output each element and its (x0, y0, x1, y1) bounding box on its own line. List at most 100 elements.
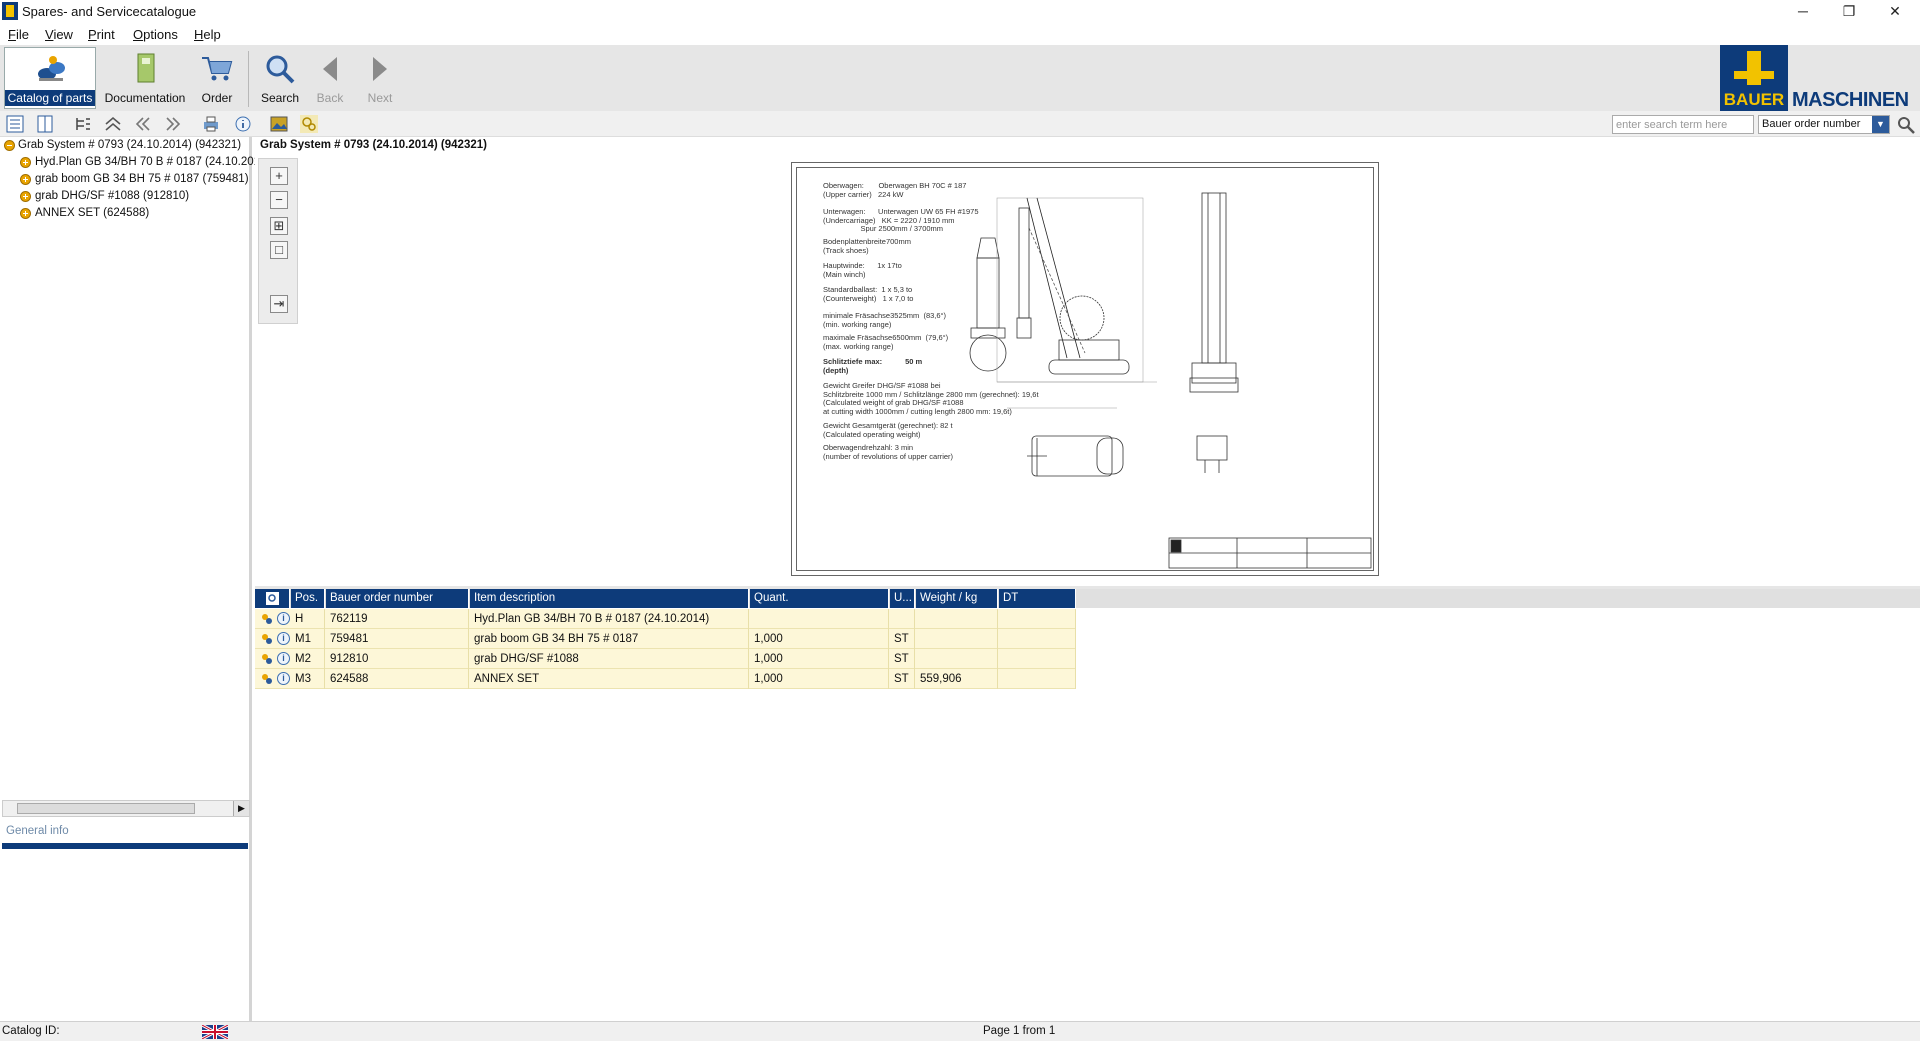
cell-unit: ST (890, 649, 915, 669)
cell-description: ANNEX SET (470, 669, 749, 689)
cell-unit (890, 609, 915, 629)
cell-order-number: 624588 (326, 669, 469, 689)
cell-pos: M1 (291, 629, 325, 649)
order-label: Order (201, 91, 233, 105)
zoom-out-icon[interactable]: − (270, 191, 288, 209)
tree-view-icon[interactable] (6, 115, 24, 133)
info-icon[interactable]: i (277, 672, 290, 685)
table-row[interactable]: i H 762119 Hyd.Plan GB 34/BH 70 B # 0187 (2… (255, 609, 1076, 629)
column-order-number[interactable]: Bauer order number (326, 589, 469, 608)
column-weight[interactable]: Weight / kg (916, 589, 998, 608)
parts-group-icon[interactable] (261, 613, 273, 625)
expand-icon[interactable] (20, 208, 31, 219)
status-bar: Catalog ID: Page 1 from 1 (0, 1021, 1920, 1041)
table-header: Pos. Bauer order number Item description… (255, 589, 1920, 608)
cell-weight (916, 629, 998, 649)
main-toolbar: Catalog of parts Documentation Order Sea… (0, 45, 1920, 111)
hierarchy-icon[interactable] (74, 115, 92, 133)
tree-root[interactable]: Grab System # 0793 (24.10.2014) (942321) (18, 139, 241, 151)
restore-button[interactable]: ❐ (1826, 0, 1872, 24)
search-mode-select[interactable]: Bauer order number ▼ (1758, 115, 1890, 134)
app-icon (2, 2, 18, 20)
search-button[interactable]: Search (256, 47, 304, 109)
catalog-of-parts-button[interactable]: Catalog of parts (4, 47, 96, 109)
order-button[interactable]: Order (194, 47, 240, 109)
zoom-toolbar: + − ⊞ □ ⇥ (258, 158, 298, 324)
catalog-tree-panel: Grab System # 0793 (24.10.2014) (942321)… (0, 137, 266, 1021)
go-top-icon[interactable] (104, 115, 122, 133)
column-unit[interactable]: U... (890, 589, 915, 608)
minimize-button[interactable]: ─ (1780, 0, 1826, 24)
menu-help[interactable]: Help (194, 27, 221, 42)
collapse-icon[interactable] (4, 140, 15, 151)
cell-quantity: 1,000 (750, 669, 889, 689)
chevron-down-icon[interactable]: ▼ (1872, 116, 1889, 133)
parts-group-icon[interactable] (261, 673, 273, 685)
table-row[interactable]: i M2 912810 grab DHG/SF #1088 1,000 ST (255, 649, 1076, 669)
cell-description: Hyd.Plan GB 34/BH 70 B # 0187 (24.10.201… (470, 609, 749, 629)
scrollbar-thumb[interactable] (17, 803, 195, 814)
menu-options[interactable]: Options (133, 27, 178, 42)
tree-horizontal-scrollbar[interactable]: ▶ (2, 800, 250, 817)
expand-icon[interactable] (20, 191, 31, 202)
search-icon (266, 55, 295, 84)
documentation-icon (137, 53, 155, 83)
tree-item-hyd-plan[interactable]: Hyd.Plan GB 34/BH 70 B # 0187 (24.10.201… (35, 156, 266, 168)
actual-size-icon[interactable]: □ (270, 241, 288, 259)
table-row[interactable]: i M3 624588 ANNEX SET 1,000 ST 559,906 (255, 669, 1076, 689)
cell-weight (916, 609, 998, 629)
cell-pos: M2 (291, 649, 325, 669)
cell-pos: M3 (291, 669, 325, 689)
scroll-right-icon[interactable]: ▶ (233, 801, 249, 816)
parts-view-icon[interactable] (300, 115, 318, 133)
menu-print[interactable]: Print (88, 27, 115, 42)
uk-flag-icon[interactable] (202, 1025, 228, 1039)
previous-icon[interactable] (134, 115, 152, 133)
column-icons[interactable] (255, 589, 290, 608)
zoom-in-icon[interactable]: + (270, 167, 288, 185)
search-mode-value: Bauer order number (1762, 118, 1861, 130)
next-button[interactable]: Next (360, 47, 400, 109)
parts-group-icon[interactable] (261, 633, 273, 645)
fit-page-icon[interactable]: ⊞ (270, 217, 288, 235)
list-view-icon[interactable] (36, 115, 54, 133)
search-input[interactable] (1612, 115, 1754, 134)
machine-drawing-lines (969, 192, 1372, 569)
menu-view[interactable]: View (45, 27, 73, 42)
tree-item-grab[interactable]: grab DHG/SF #1088 (912810) (35, 190, 189, 202)
shopping-cart-icon (202, 57, 233, 81)
info-icon[interactable]: i (277, 632, 290, 645)
close-button[interactable]: ✕ (1872, 0, 1918, 24)
parts-group-icon[interactable] (261, 653, 273, 665)
column-pos[interactable]: Pos. (291, 589, 325, 608)
catalog-id-label: Catalog ID: (2, 1025, 60, 1037)
table-settings-icon (266, 592, 279, 605)
printer-icon[interactable] (202, 115, 220, 133)
tree-item-annex-set[interactable]: ANNEX SET (624588) (35, 207, 149, 219)
cell-weight: 559,906 (916, 669, 998, 689)
column-description[interactable]: Item description (470, 589, 749, 608)
cell-weight (916, 649, 998, 669)
image-view-icon[interactable] (270, 115, 288, 133)
technical-drawing: Oberwagen: Oberwagen BH 70C # 187 (Upper… (791, 162, 1379, 576)
menu-file[interactable]: File (8, 27, 29, 42)
info-icon[interactable]: i (277, 612, 290, 625)
next-page-icon[interactable] (164, 115, 182, 133)
search-go-icon[interactable] (1896, 115, 1916, 135)
column-quantity[interactable]: Quant. (750, 589, 889, 608)
back-button[interactable]: Back (310, 47, 350, 109)
expand-icon[interactable] (20, 157, 31, 168)
documentation-button[interactable]: Documentation (102, 47, 188, 109)
column-dt[interactable]: DT (999, 589, 1076, 608)
split-view-icon[interactable]: ⇥ (270, 295, 288, 313)
title-bar: Spares- and Servicecatalogue ─ ❐ ✕ (0, 0, 1920, 24)
general-info-bar (2, 843, 248, 849)
info-icon[interactable] (234, 115, 252, 133)
expand-icon[interactable] (20, 174, 31, 185)
tree-item-grab-boom[interactable]: grab boom GB 34 BH 75 # 0187 (759481) (35, 173, 249, 185)
info-icon[interactable]: i (277, 652, 290, 665)
cell-order-number: 759481 (326, 629, 469, 649)
cell-dt (999, 649, 1076, 669)
table-row[interactable]: i M1 759481 grab boom GB 34 BH 75 # 0187 1,0… (255, 629, 1076, 649)
menu-bar: File View Print Options Help (0, 24, 1920, 45)
